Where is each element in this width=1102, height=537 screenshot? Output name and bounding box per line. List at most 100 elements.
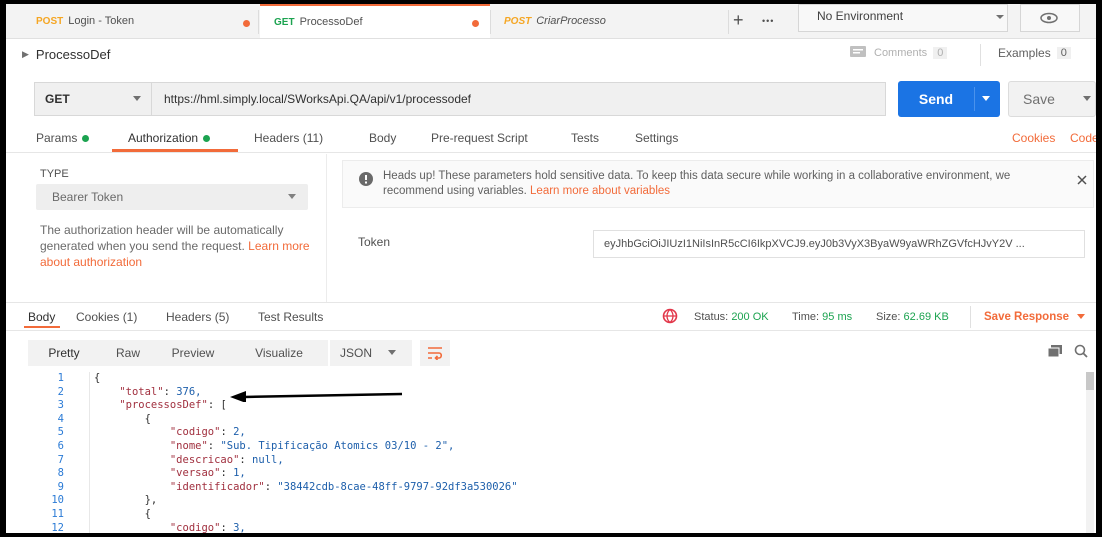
- chevron-down-icon: [996, 15, 1004, 19]
- format-select[interactable]: JSON: [330, 340, 412, 366]
- comments-button[interactable]: Comments 0: [850, 46, 948, 59]
- chevron-down-icon[interactable]: [982, 96, 990, 102]
- tab-headers[interactable]: Headers (11): [254, 126, 323, 150]
- view-raw-button[interactable]: Raw: [102, 340, 154, 366]
- json-key: "identificador": [169, 480, 265, 493]
- copy-icon[interactable]: [1048, 345, 1062, 357]
- auth-type-select[interactable]: Bearer Token: [36, 184, 308, 210]
- code-line: 10 },: [26, 494, 1086, 508]
- view-pretty-button[interactable]: Pretty: [28, 340, 100, 366]
- response-tab-headers[interactable]: Headers (5): [166, 306, 229, 328]
- json-value: [: [214, 399, 227, 412]
- close-icon[interactable]: [1077, 175, 1087, 185]
- expand-caret-icon: ▶: [22, 48, 29, 59]
- url-input[interactable]: https://hml.simply.local/SWorksApi.QA/ap…: [152, 82, 886, 116]
- environment-label: No Environment: [817, 9, 904, 23]
- tab-tests[interactable]: Tests: [571, 126, 599, 150]
- active-dot-icon: [203, 134, 211, 142]
- tab-label: Settings: [635, 131, 679, 145]
- auth-type-value: Bearer Token: [52, 190, 124, 204]
- vertical-scrollbar[interactable]: [1086, 372, 1094, 533]
- chevron-down-icon[interactable]: [1083, 96, 1091, 102]
- more-tabs-icon[interactable]: •••: [762, 16, 774, 26]
- json-value: 1,: [226, 467, 246, 480]
- code-line: 6 "nome": "Sub. Tipificação Atomics 03/1…: [26, 440, 1086, 454]
- json-key: "codigo": [169, 521, 221, 533]
- chevron-down-icon: [388, 350, 396, 355]
- response-tab-cookies[interactable]: Cookies (1): [76, 306, 137, 328]
- json-key: "codigo": [169, 426, 221, 439]
- tab-label: Headers (5): [166, 310, 230, 324]
- wrap-lines-button[interactable]: [420, 340, 450, 366]
- learn-more-variables-link[interactable]: Learn more about variables: [530, 185, 670, 197]
- tab-pre-request-script[interactable]: Pre-request Script: [431, 126, 528, 150]
- status-value: 200 OK: [731, 311, 769, 323]
- tab-label: Cookies (1): [76, 310, 138, 324]
- code-line: 8 "versao": 1,: [26, 467, 1086, 481]
- examples-button[interactable]: Examples 0: [998, 46, 1071, 60]
- environment-quick-look-button[interactable]: [1020, 4, 1080, 32]
- tab-label: Login - Token: [68, 15, 135, 27]
- view-visualize-button[interactable]: Visualize: [232, 340, 326, 366]
- tab-label: Test Results: [258, 310, 324, 324]
- tab-criarprocesso[interactable]: POST CriarProcesso: [504, 4, 724, 38]
- json-value: 2,: [226, 426, 246, 439]
- search-icon[interactable]: [1074, 344, 1088, 358]
- active-dot-icon: [82, 134, 90, 142]
- request-title-row[interactable]: ▶ ProcessoDef: [22, 42, 110, 66]
- annotation-arrow-icon: [230, 391, 403, 402]
- tab-label: Tests: [571, 131, 600, 145]
- size-label: Size:: [876, 311, 901, 323]
- format-value: JSON: [340, 346, 373, 360]
- environment-selector[interactable]: No Environment: [798, 4, 1008, 32]
- line-number: 10: [51, 494, 64, 507]
- tab-authorization[interactable]: Authorization: [128, 126, 211, 150]
- tab-label: ProcessoDef: [299, 16, 363, 28]
- method-value: GET: [45, 92, 70, 106]
- cookies-link[interactable]: Cookies: [1012, 126, 1055, 150]
- comments-label: Comments: [874, 46, 928, 59]
- tab-label: Body: [369, 131, 397, 145]
- response-tab-test-results[interactable]: Test Results: [258, 306, 323, 328]
- response-tab-body[interactable]: Body: [28, 306, 55, 328]
- globe-icon[interactable]: [662, 308, 678, 324]
- line-number: 11: [51, 507, 64, 520]
- line-number: 7: [57, 453, 64, 466]
- save-button[interactable]: Save: [1008, 81, 1096, 117]
- json-key: "versao": [169, 467, 221, 480]
- chevron-down-icon: [133, 96, 141, 101]
- save-response-button[interactable]: Save Response: [984, 306, 1086, 328]
- json-value: "38442cdb-8cae-48ff-9797-92df3a530026": [271, 480, 518, 493]
- response-body-code[interactable]: 1{2 "total": 376, 3 "processosDef": [4 {5…: [26, 372, 1086, 533]
- time-label: Time:: [792, 311, 820, 323]
- line-number: 12: [51, 521, 64, 533]
- tab-settings[interactable]: Settings: [635, 126, 678, 150]
- tab-label: CriarProcesso: [536, 15, 606, 27]
- divider: [6, 330, 1096, 331]
- tab-method: POST: [504, 15, 532, 27]
- button-label: Visualize: [255, 346, 303, 360]
- send-label: Send: [918, 91, 954, 107]
- view-preview-button[interactable]: Preview: [156, 340, 230, 366]
- eye-icon: [1040, 12, 1058, 24]
- tab-method: GET: [274, 16, 295, 28]
- tab-body[interactable]: Body: [369, 126, 396, 150]
- active-tab-indicator: [24, 326, 60, 328]
- method-select[interactable]: GET: [34, 82, 152, 116]
- tab-login-token[interactable]: POST Login - Token: [36, 4, 256, 38]
- tab-params[interactable]: Params: [36, 126, 90, 150]
- json-value: },: [144, 494, 158, 507]
- tab-processodef[interactable]: GET ProcessoDef: [260, 4, 490, 38]
- postman-window: POST Login - Token GET ProcessoDef POST …: [6, 4, 1096, 533]
- token-input[interactable]: eyJhbGciOiJIUzI1NiIsInR5cCI6IkpXVCJ9.eyJ…: [593, 230, 1085, 258]
- response-status: Status: 200 OK: [694, 306, 769, 328]
- send-button[interactable]: Send: [898, 81, 1000, 117]
- scrollbar-thumb[interactable]: [1086, 372, 1094, 390]
- code-link[interactable]: Code: [1070, 126, 1096, 150]
- notice-message: Heads up! These parameters hold sensitiv…: [383, 169, 1033, 199]
- new-tab-plus-icon[interactable]: +: [733, 10, 744, 31]
- tab-label: Pre-request Script: [431, 131, 528, 145]
